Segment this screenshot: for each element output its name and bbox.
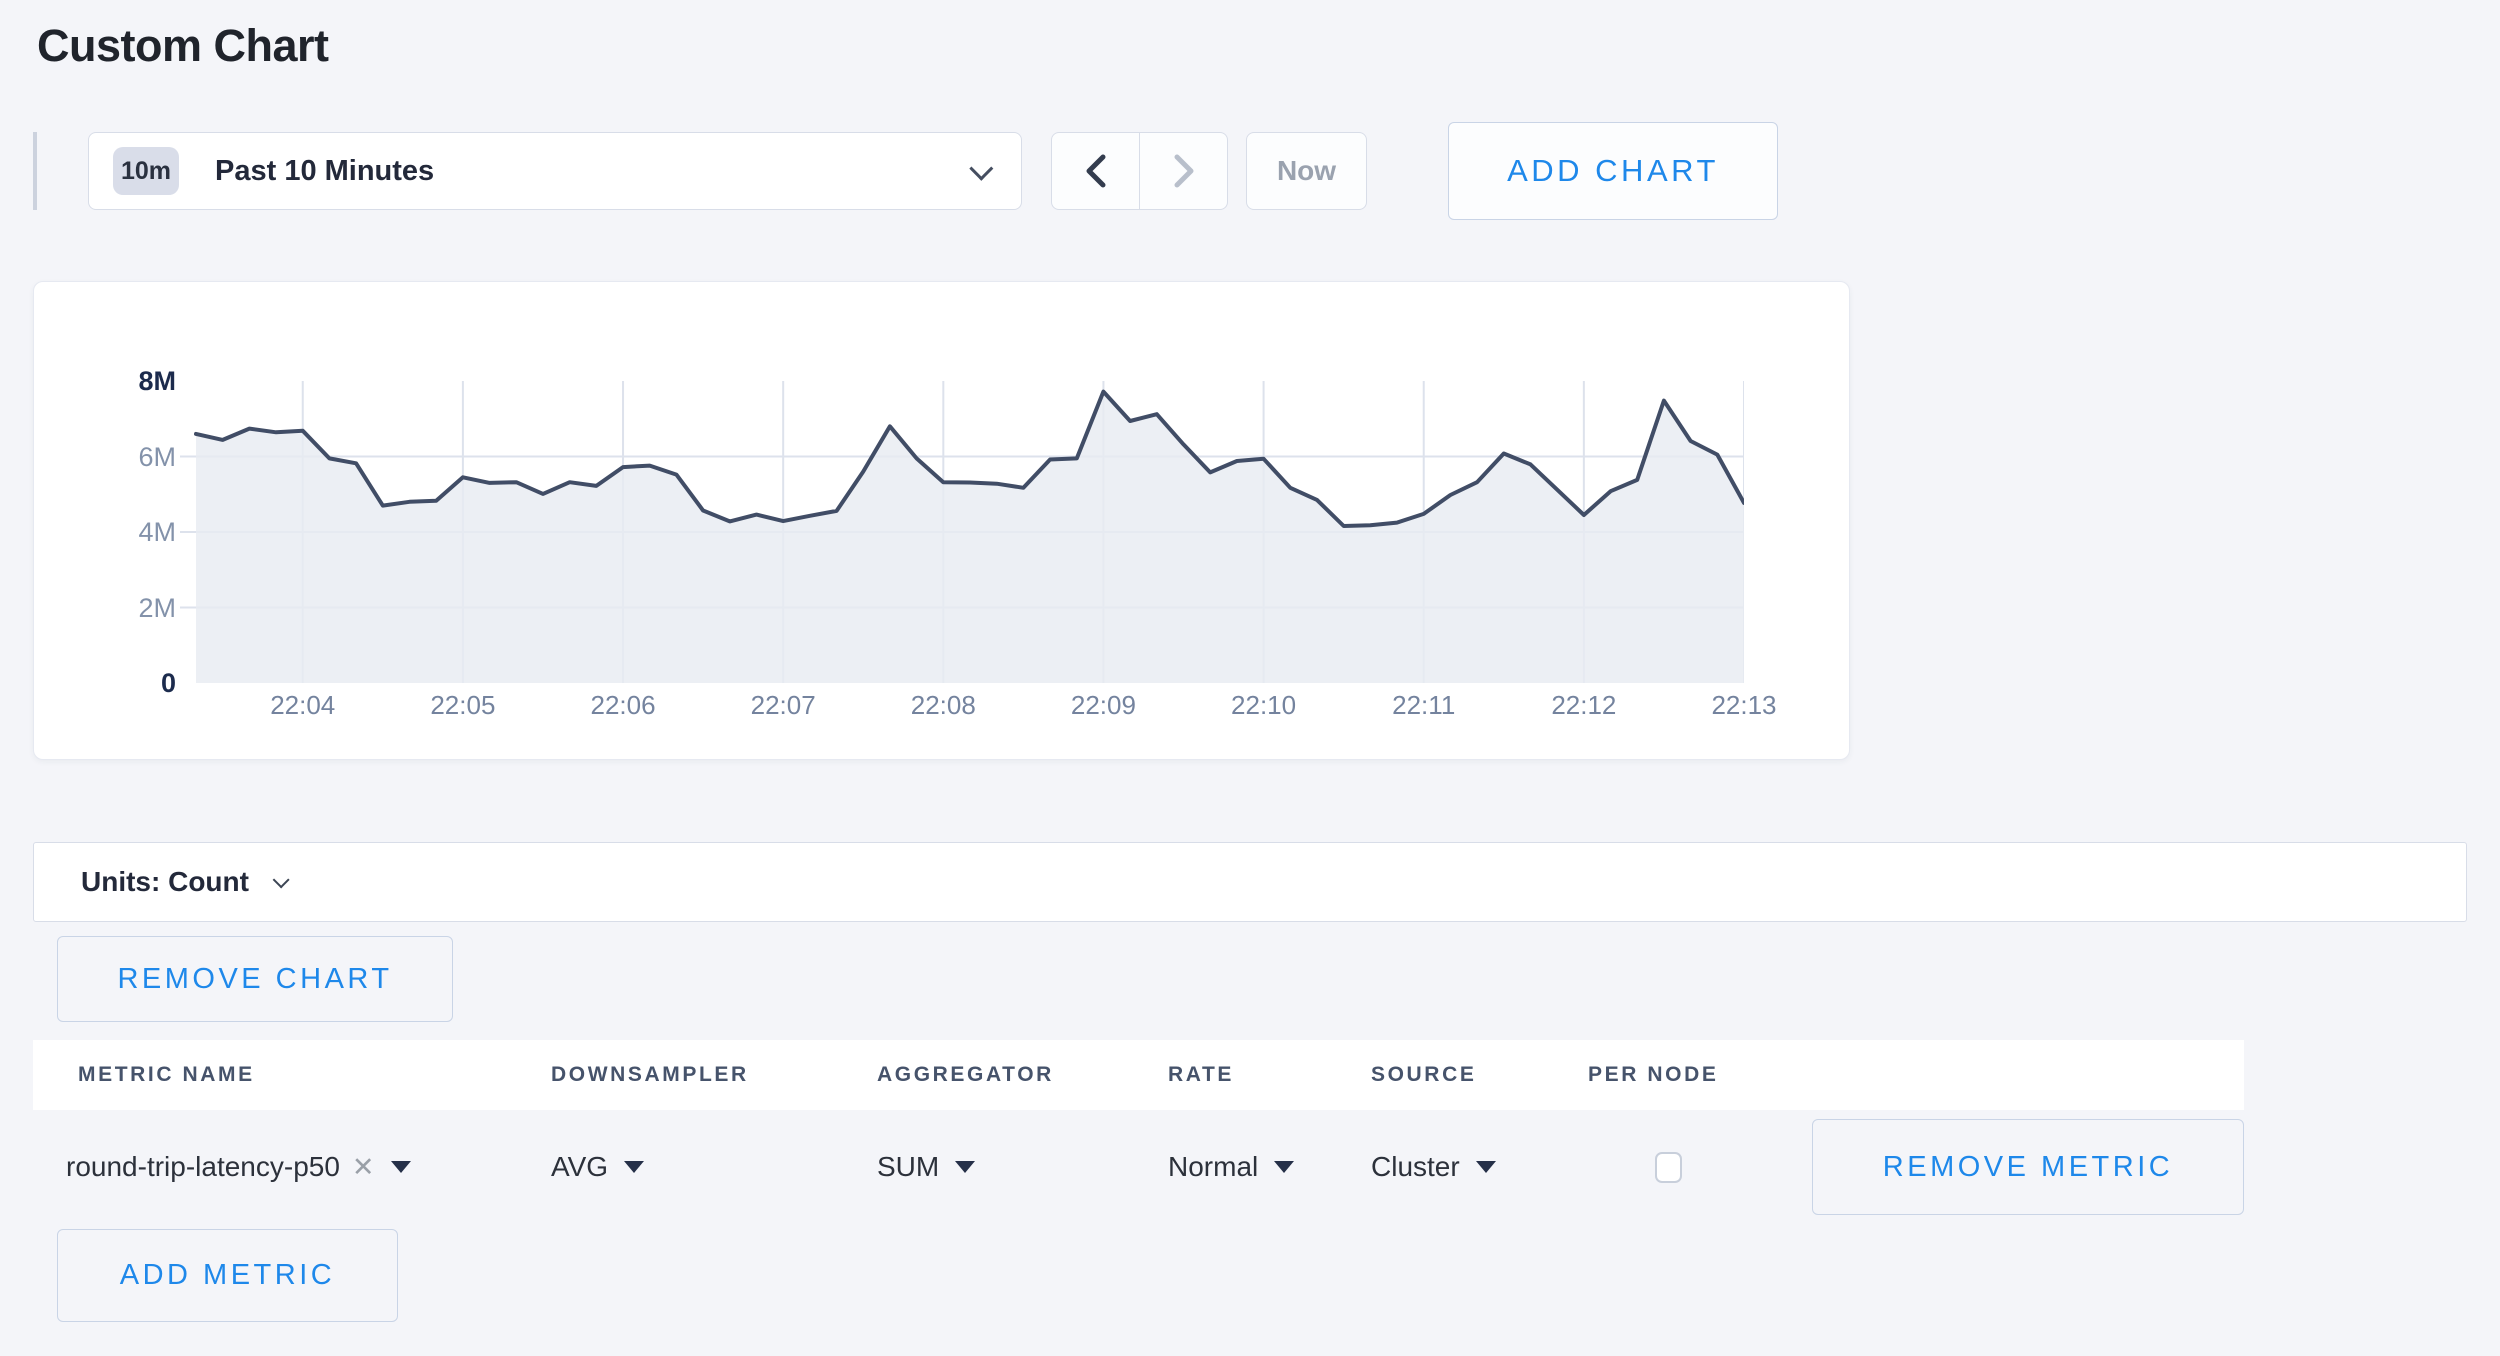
aggregator-select[interactable]: SUM (877, 1110, 975, 1224)
x-axis-tick-label: 22:09 (1043, 690, 1163, 720)
x-axis-tick-label: 22:07 (723, 690, 843, 720)
time-range-label: Past 10 Minutes (215, 155, 434, 188)
time-pager (1051, 132, 1228, 210)
add-metric-button[interactable]: ADD METRIC (57, 1229, 398, 1322)
rate-select[interactable]: Normal (1168, 1110, 1294, 1224)
page-title: Custom Chart (37, 20, 329, 72)
y-axis-tick-label: 2M (74, 592, 176, 625)
x-axis-tick-label: 22:08 (883, 690, 1003, 720)
column-header-metric-name: METRIC NAME (78, 1040, 255, 1110)
column-header-aggregator: AGGREGATOR (877, 1040, 1054, 1110)
source-select[interactable]: Cluster (1371, 1110, 1496, 1224)
chevron-right-icon (1171, 153, 1197, 189)
downsampler-select[interactable]: AVG (551, 1110, 644, 1224)
column-header-source: SOURCE (1371, 1040, 1476, 1110)
x-axis-tick-label: 22:13 (1684, 690, 1804, 720)
rate-value: Normal (1168, 1151, 1258, 1183)
x-axis-tick-label: 22:04 (243, 690, 363, 720)
y-axis-tick-label: 8M (74, 365, 176, 398)
x-axis-tick-label: 22:10 (1204, 690, 1324, 720)
metrics-table-header: METRIC NAME DOWNSAMPLER AGGREGATOR RATE … (33, 1040, 2244, 1110)
metric-row: round-trip-latency-p50 ✕ AVG SUM Normal … (33, 1110, 2244, 1224)
chevron-down-icon (969, 156, 993, 180)
metric-name-select[interactable]: round-trip-latency-p50 ✕ (66, 1110, 411, 1224)
units-label: Units: Count (81, 866, 249, 898)
source-value: Cluster (1371, 1151, 1460, 1183)
aggregator-value: SUM (877, 1151, 939, 1183)
time-range-select[interactable]: 10m Past 10 Minutes (88, 132, 1022, 210)
add-chart-button[interactable]: ADD CHART (1448, 122, 1778, 220)
remove-chart-button[interactable]: REMOVE CHART (57, 936, 453, 1022)
column-header-downsampler: DOWNSAMPLER (551, 1040, 749, 1110)
chevron-left-icon (1083, 153, 1109, 189)
per-node-checkbox[interactable] (1655, 1152, 1682, 1183)
now-button[interactable]: Now (1246, 132, 1367, 210)
downsampler-value: AVG (551, 1151, 608, 1183)
column-header-per-node: PER NODE (1588, 1040, 1719, 1110)
clear-metric-icon[interactable]: ✕ (352, 1152, 375, 1183)
chevron-down-icon (273, 871, 290, 888)
time-range-badge: 10m (113, 147, 179, 195)
y-axis-tick-label: 4M (74, 516, 176, 549)
caret-down-icon (955, 1161, 975, 1173)
y-axis-tick-label: 6M (74, 441, 176, 474)
y-axis-tick-label: 0 (74, 667, 176, 700)
toolbar-accent-bar (33, 132, 37, 210)
caret-down-icon (391, 1161, 411, 1173)
remove-metric-button[interactable]: REMOVE METRIC (1812, 1119, 2244, 1215)
units-select[interactable]: Units: Count (33, 842, 2467, 922)
next-time-button[interactable] (1139, 133, 1227, 209)
metric-name-value: round-trip-latency-p50 (66, 1151, 340, 1183)
x-axis-tick-label: 22:12 (1524, 690, 1644, 720)
x-axis-tick-label: 22:11 (1364, 690, 1484, 720)
prev-time-button[interactable] (1052, 133, 1139, 209)
x-axis-tick-label: 22:06 (563, 690, 683, 720)
caret-down-icon (624, 1161, 644, 1173)
chart-card: 0 2M 4M 6M 8M 22:04 22:05 22:06 22:07 22:08 22:09… (33, 281, 1850, 760)
caret-down-icon (1476, 1161, 1496, 1173)
caret-down-icon (1274, 1161, 1294, 1173)
metric-area-chart (180, 381, 1744, 683)
x-axis-tick-label: 22:05 (403, 690, 523, 720)
column-header-rate: RATE (1168, 1040, 1234, 1110)
